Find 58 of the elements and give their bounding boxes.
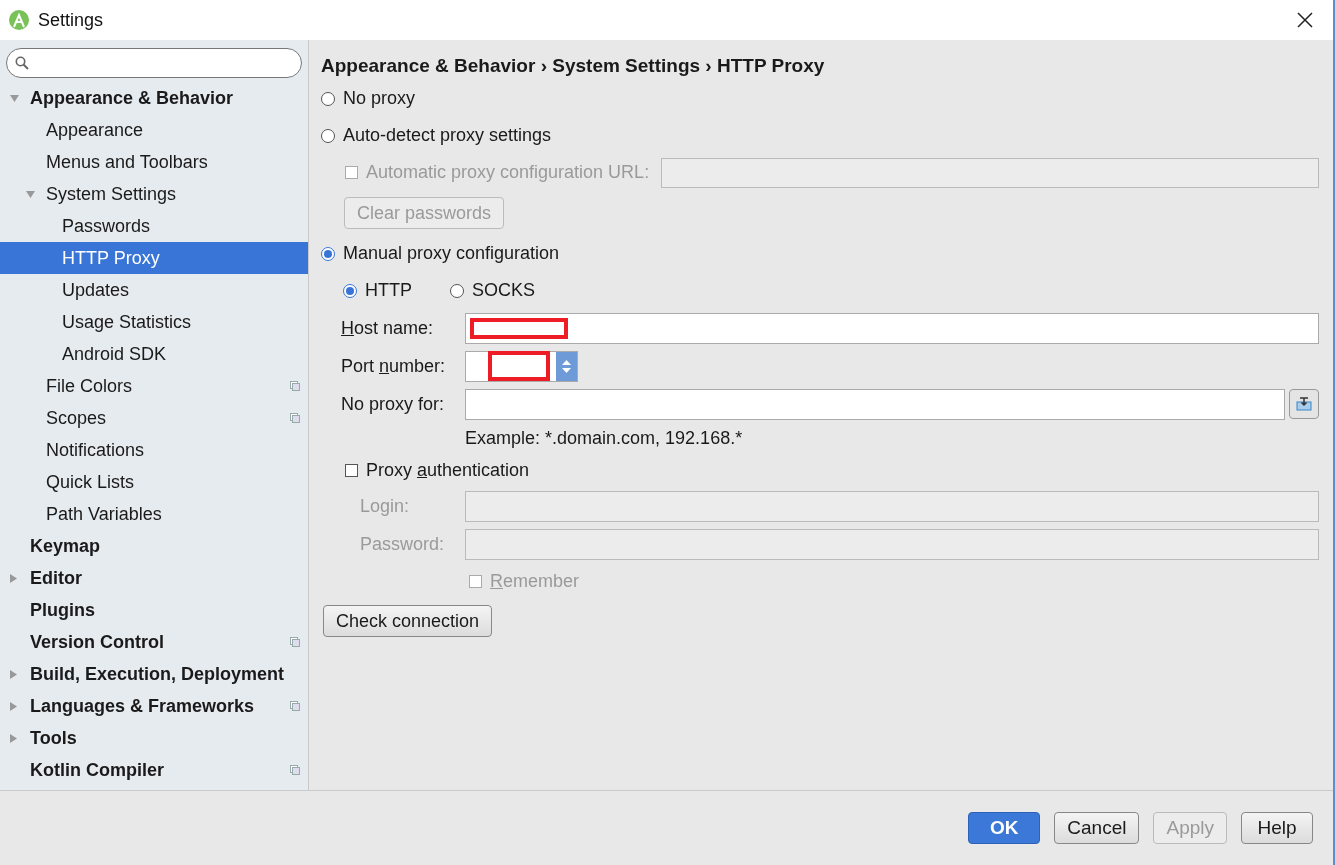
tree-item[interactable]: Tools [0,722,308,754]
login-label: Login: [360,494,411,518]
radio-circle[interactable] [321,246,335,261]
tree-item[interactable]: Quick Lists [0,466,308,498]
collapsed-arrow-icon[interactable] [10,733,17,743]
tree-item[interactable]: Menus and Toolbars [0,146,308,178]
tree-item[interactable]: Languages & Frameworks [0,690,308,722]
tree-item[interactable]: Keymap [0,530,308,562]
tree-item[interactable]: Appearance & Behavior [0,82,308,114]
tree-item[interactable]: Android SDK [0,338,308,370]
example-hint: Example: *.domain.com, 192.168.* [465,426,743,450]
tree-item[interactable]: Notifications [0,434,308,466]
expand-button[interactable] [1289,389,1319,419]
tree-item[interactable]: HTTP Proxy [0,242,308,274]
port-number-field[interactable] [465,350,578,382]
proxy-mode-radio[interactable]: Manual proxy configuration [321,240,560,267]
breadcrumb: Appearance & Behavior › System Settings › HTTP Proxy [321,54,826,78]
tree-item[interactable]: Path Variables [0,498,308,530]
check-connection-button[interactable]: Check connection [323,605,493,637]
app-logo-icon [8,9,30,31]
collapsed-arrow-icon[interactable] [10,701,17,711]
tree-item[interactable]: Editor [0,562,308,594]
proxy-auth-checkbox[interactable]: Proxy authentication [345,456,530,484]
expanded-arrow-icon[interactable] [10,94,19,102]
host-name-label: Host name: [341,316,435,340]
tree-item[interactable]: Plugins [0,594,308,626]
protocol-radio[interactable]: SOCKS [450,277,536,304]
tree-item[interactable]: Usage Statistics [0,306,308,338]
tree-item[interactable]: File Colors [0,370,308,402]
no-proxy-label: No proxy for: [341,392,446,416]
collapsed-arrow-icon[interactable] [10,669,17,679]
collapsed-arrow-icon[interactable] [10,573,17,583]
radio-circle[interactable] [343,283,357,298]
spinner-icon[interactable] [556,351,577,381]
tree-item[interactable]: Build, Execution, Deployment [0,658,308,690]
tree-item[interactable]: Scopes [0,402,308,434]
proxy-mode-radio[interactable]: No proxy [321,85,416,112]
dialog-button[interactable]: OK [968,812,1041,844]
expand-field-icon [1296,397,1312,411]
port-number-label: Port number: [341,354,447,378]
close-icon [1297,12,1313,28]
dialog-button[interactable]: Help [1241,812,1313,844]
window-title: Settings [38,8,104,32]
tree-item[interactable]: Appearance [0,114,308,146]
tree-item[interactable]: System Settings [0,178,308,210]
tree-item[interactable]: Passwords [0,210,308,242]
dialog-button[interactable]: Cancel [1054,812,1140,844]
tree-item[interactable]: Version Control [0,626,308,658]
expanded-arrow-icon[interactable] [26,190,35,198]
search-field[interactable] [6,48,302,78]
no-proxy-field[interactable] [465,388,1285,420]
search-icon [15,56,29,70]
tree-item[interactable]: Updates [0,274,308,306]
proxy-mode-radio[interactable]: Auto-detect proxy settings [321,122,552,149]
host-name-field[interactable] [465,312,1319,344]
tree-item[interactable]: Kotlin Compiler [0,754,308,786]
password-label: Password: [360,532,446,556]
protocol-radio[interactable]: HTTP [343,277,412,304]
